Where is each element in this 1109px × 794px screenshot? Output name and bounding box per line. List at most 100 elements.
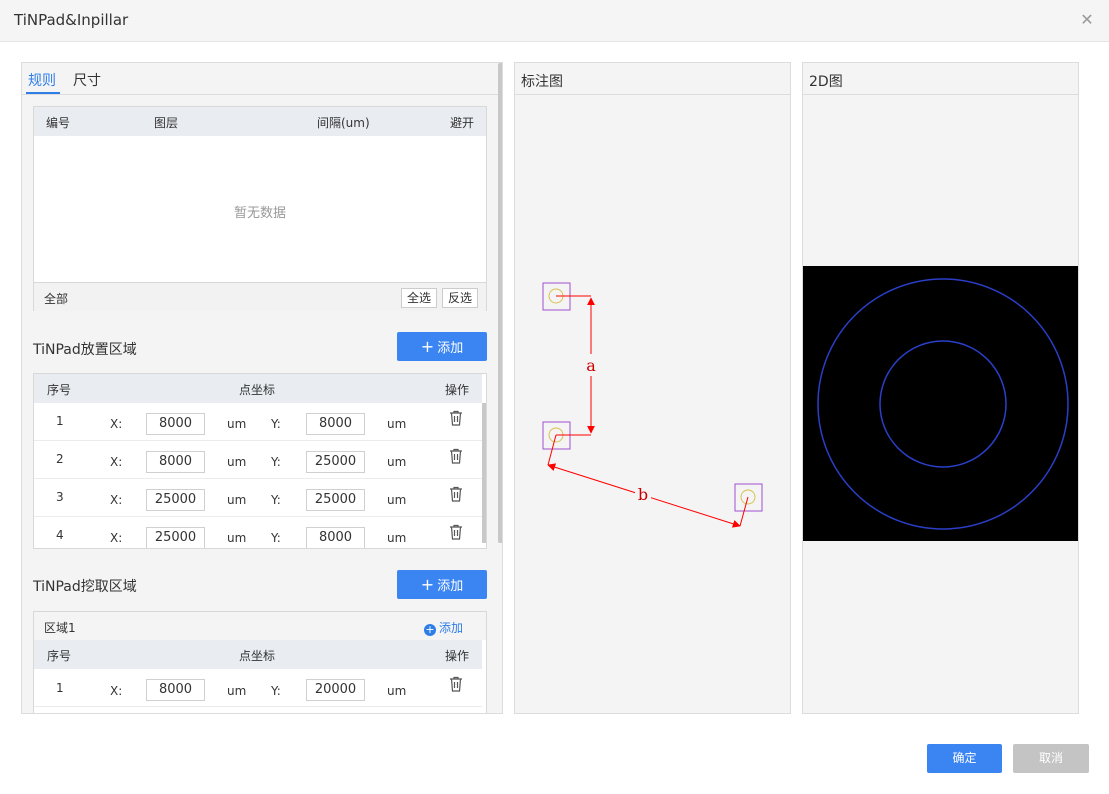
dialog-title: TiNPad&Inpillar [14,11,129,29]
trash-icon[interactable] [449,448,463,464]
header-layer: 图层 [154,116,179,130]
label-a: a [586,356,596,375]
header-index: 序号 [47,383,72,397]
y-unit: um [387,417,407,431]
x-label: X: [110,684,123,698]
y-label: Y: [271,455,281,469]
label-b: b [638,485,648,504]
table-row: 1 X: 8000 um Y: 20000 um [34,669,482,707]
add-dig-button[interactable]: + 添加 [397,570,487,599]
dig-section-title: TiNPad挖取区域 [33,579,137,595]
header-index: 序号 [47,649,72,663]
title-bar: TiNPad&Inpillar ✕ [0,0,1109,42]
placement-table: 序号 点坐标 操作 1 X: 8000 um Y: 8000 um 2 X: 8… [33,373,487,549]
dig-table-header: 序号 点坐标 操作 [34,640,482,669]
x-input[interactable]: 8000 [146,413,205,435]
y-unit: um [387,531,407,545]
trash-icon[interactable] [449,486,463,502]
x-unit: um [227,531,247,545]
invert-selection-button[interactable]: 反选 [442,288,479,308]
ok-button[interactable]: 确定 [927,744,1002,773]
x-label: X: [110,455,123,469]
placement-section-title: TiNPad放置区域 [33,342,137,358]
x-unit: um [227,455,247,469]
y-label: Y: [271,684,281,698]
table-row: 2 X: 8000 um Y: 25000 um [34,441,482,479]
x-unit: um [227,684,247,698]
y-unit: um [387,493,407,507]
y-unit: um [387,455,407,469]
annotation-title: 标注图 [521,74,563,90]
header-actions: 操作 [445,383,470,397]
view-2d-header: 2D图 [803,63,1078,95]
annotation-diagram: a b [542,282,763,528]
active-tab-indicator [26,92,60,94]
footer-all-label: 全部 [44,292,69,306]
area-add-button[interactable]: + 添加 [424,619,463,636]
rule-table: 编号 图层 间隔(um) 避开 暂无数据 全部 全选 反选 [33,106,487,311]
row-index: 1 [56,681,64,695]
row-index: 1 [56,414,64,428]
empty-text: 暂无数据 [233,206,286,221]
x-label: X: [110,531,123,545]
header-actions: 操作 [445,649,470,663]
x-input[interactable]: 25000 [146,527,205,548]
x-input[interactable]: 8000 [146,451,205,473]
y-input[interactable]: 8000 [306,527,365,548]
placement-table-header: 序号 点坐标 操作 [34,374,482,403]
x-label: X: [110,417,123,431]
y-unit: um [387,684,407,698]
view-2d-panel: 2D图 [802,62,1079,714]
row-index: 4 [56,528,64,542]
add-placement-button[interactable]: + 添加 [397,332,487,361]
select-all-button[interactable]: 全选 [401,288,438,308]
table-row: 1 X: 8000 um Y: 8000 um [34,403,482,441]
annotation-panel: 标注图 a b [514,62,791,714]
y-input[interactable]: 8000 [306,413,365,435]
view-2d-title: 2D图 [809,74,843,90]
x-input[interactable]: 8000 [146,679,205,701]
pad-marker [542,421,591,466]
x-label: X: [110,493,123,507]
close-icon[interactable]: ✕ [1077,10,1097,30]
header-number: 编号 [46,116,71,130]
y-input[interactable]: 25000 [306,489,365,511]
trash-icon[interactable] [449,410,463,426]
tab-bar: 规则 尺寸 [22,63,498,95]
trash-icon[interactable] [449,676,463,692]
y-label: Y: [271,531,281,545]
dialog: TiNPad&Inpillar ✕ 规则 尺寸 编号 图层 间隔(um) 避开 … [0,0,1109,794]
y-label: Y: [271,417,281,431]
rule-table-header: 编号 图层 间隔(um) 避开 [34,107,486,136]
plus-circle-icon: + [424,623,436,636]
cancel-button[interactable]: 取消 [1013,744,1089,773]
x-input[interactable]: 25000 [146,489,205,511]
table-row: 4 X: 25000 um Y: 8000 um [34,517,482,548]
table-row: 3 X: 25000 um Y: 25000 um [34,479,482,517]
header-coordinates: 点坐标 [239,649,276,663]
pad-marker [542,282,591,311]
x-unit: um [227,493,247,507]
placement-table-scrollbar[interactable] [482,403,486,543]
y-label: Y: [271,493,281,507]
view-2d-canvas[interactable] [803,266,1078,541]
area-label: 区域1 [44,621,76,635]
pad-marker [734,483,763,527]
header-avoid: 避开 [450,116,475,130]
tab-rules[interactable]: 规则 [28,70,56,90]
row-index: 2 [56,452,64,466]
rule-table-footer: 全部 全选 反选 [34,282,486,311]
rules-panel: 规则 尺寸 编号 图层 间隔(um) 避开 暂无数据 全部 全选 反选 TiNP… [21,62,503,714]
y-input[interactable]: 25000 [306,451,365,473]
trash-icon[interactable] [449,524,463,540]
header-coordinates: 点坐标 [239,383,276,397]
dig-table: 区域1 + 添加 序号 点坐标 操作 1 X: 8000 um Y: 20000 … [33,611,487,713]
y-input[interactable]: 20000 [306,679,365,701]
area-row: 区域1 + 添加 [34,612,486,640]
panel-scrollbar[interactable] [498,63,502,543]
annotation-header: 标注图 [515,63,790,95]
header-spacing: 间隔(um) [317,116,370,130]
x-unit: um [227,417,247,431]
row-index: 3 [56,490,64,504]
tab-size[interactable]: 尺寸 [73,70,101,90]
